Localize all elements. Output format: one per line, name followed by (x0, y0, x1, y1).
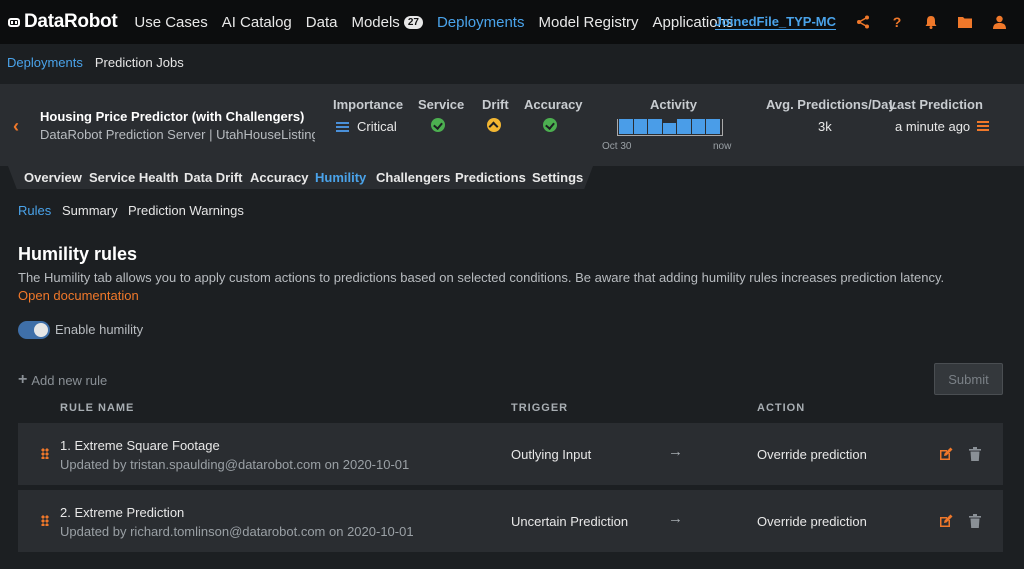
importance-value: Critical (336, 119, 397, 134)
accuracy-status[interactable] (543, 118, 557, 132)
activity-bar (648, 119, 662, 134)
activity-bar (677, 119, 691, 134)
activity-bar (662, 123, 677, 134)
tab-overview[interactable]: Overview (24, 170, 82, 185)
drag-handle-icon[interactable] (41, 448, 49, 459)
arrow-right-icon: → (668, 510, 683, 527)
nav-right-group: JoinedFile_TYP-MC ? (714, 0, 1016, 44)
logo-text: DataRobot (24, 11, 118, 32)
header-trigger: TRIGGER (511, 402, 569, 414)
tab-data-drift[interactable]: Data Drift (184, 170, 243, 185)
activity-bar (633, 119, 648, 134)
subtab-rules[interactable]: Rules (18, 203, 51, 218)
add-new-rule-label: Add new rule (31, 372, 108, 388)
edit-icon[interactable] (939, 514, 953, 528)
page-title: Humility rules (18, 244, 138, 264)
rule-action: Override prediction (757, 447, 867, 462)
service-check-icon (431, 118, 445, 132)
breadcrumb-deployments[interactable]: Deployments (7, 55, 83, 70)
share-icon[interactable] (846, 0, 880, 44)
help-icon[interactable]: ? (880, 0, 914, 44)
edit-icon[interactable] (939, 447, 953, 461)
rule-trigger: Outlying Input (511, 447, 592, 462)
deployment-subtitle: DataRobot Prediction Server | UtahHouseL… (40, 127, 315, 142)
drift-label: Drift (482, 97, 509, 112)
rule-updated: Updated by richard.tomlinson@datarobot.c… (60, 524, 414, 539)
service-label: Service (418, 97, 465, 112)
description-text: The Humility tab allows you to apply cus… (18, 270, 945, 285)
arrow-right-icon: → (668, 443, 683, 460)
subtab-prediction-warnings[interactable]: Prediction Warnings (128, 203, 244, 218)
datarobot-logo[interactable]: DataRobot (7, 11, 118, 33)
enable-humility-label: Enable humility (55, 322, 144, 337)
importance-label: Importance (333, 97, 404, 112)
deployment-header: ‹ Housing Price Predictor (with Challeng… (0, 84, 1024, 166)
drift-status[interactable] (487, 118, 501, 132)
activity-sparkline[interactable] (617, 119, 723, 136)
tab-predictions[interactable]: Predictions (455, 170, 526, 185)
models-count-badge: 27 (403, 15, 423, 29)
activity-label: Activity (650, 97, 697, 112)
avg-predictions-value: 3k (818, 119, 832, 134)
table-row[interactable]: 2. Extreme Prediction Updated by richard… (18, 490, 1003, 552)
robot-icon (7, 16, 21, 29)
enable-humility-toggle[interactable] (18, 321, 50, 339)
tab-accuracy[interactable]: Accuracy (250, 170, 309, 185)
project-link[interactable]: JoinedFile_TYP-MC (714, 14, 836, 30)
deployment-tabs: Overview Service Health Data Drift Accur… (0, 166, 600, 189)
deployment-title: Housing Price Predictor (with Challenger… (40, 109, 305, 124)
rule-updated: Updated by tristan.spaulding@datarobot.c… (60, 457, 410, 472)
activity-end-label: now (713, 141, 732, 152)
breadcrumb-current: Prediction Jobs (94, 55, 184, 70)
importance-icon (336, 121, 349, 132)
drag-handle-icon[interactable] (41, 515, 49, 526)
rule-trigger: Uncertain Prediction (511, 514, 629, 529)
plus-icon: + (18, 371, 28, 388)
nav-models[interactable]: Models 27 (351, 13, 423, 31)
nav-models-label: Models (351, 13, 400, 31)
nav-model-registry[interactable]: Model Registry (538, 14, 638, 31)
subtab-summary[interactable]: Summary (62, 203, 118, 218)
drift-warning-icon (487, 118, 501, 132)
rule-action: Override prediction (757, 514, 867, 529)
chevron-left-icon[interactable]: ‹ (13, 116, 19, 137)
header-rule-name: RULE NAME (60, 402, 135, 414)
nav-data[interactable]: Data (306, 14, 338, 31)
submit-button[interactable]: Submit (934, 363, 1003, 395)
nav-deployments[interactable]: Deployments (437, 14, 525, 31)
menu-icon[interactable] (977, 121, 989, 131)
activity-bar (706, 119, 721, 134)
activity-bar (691, 119, 706, 134)
importance-text: Critical (357, 119, 397, 134)
activity-start-label: Oct 30 (602, 141, 632, 152)
toggle-knob (34, 323, 48, 337)
tab-challengers[interactable]: Challengers (376, 170, 450, 185)
humility-description: The Humility tab allows you to apply cus… (18, 269, 978, 305)
activity-bar (619, 119, 633, 134)
top-navigation: DataRobot Use Cases AI Catalog Data Mode… (0, 0, 1024, 44)
trash-icon[interactable] (969, 447, 981, 461)
folder-icon[interactable] (948, 0, 982, 44)
open-documentation-link[interactable]: Open documentation (18, 288, 139, 303)
header-action: ACTION (757, 402, 806, 414)
accuracy-label: Accuracy (524, 97, 583, 112)
table-row[interactable]: 1. Extreme Square Footage Updated by tri… (18, 423, 1003, 485)
last-prediction-value: a minute ago (895, 119, 971, 134)
rule-name: 1. Extreme Square Footage (60, 438, 220, 453)
tab-settings[interactable]: Settings (532, 170, 583, 185)
service-status[interactable] (431, 118, 445, 132)
accuracy-check-icon (543, 118, 557, 132)
add-new-rule-button[interactable]: + Add new rule (18, 371, 107, 389)
bell-icon[interactable] (914, 0, 948, 44)
breadcrumb: Deployments Prediction Jobs (7, 55, 184, 70)
tab-humility[interactable]: Humility (315, 170, 366, 185)
nav-use-cases[interactable]: Use Cases (134, 14, 207, 31)
trash-icon[interactable] (969, 514, 981, 528)
last-prediction-label: Last Prediction (889, 97, 983, 112)
nav-ai-catalog[interactable]: AI Catalog (222, 14, 292, 31)
tab-service-health[interactable]: Service Health (89, 170, 179, 185)
rule-name: 2. Extreme Prediction (60, 505, 185, 520)
avg-predictions-label: Avg. Predictions/Day (766, 97, 896, 112)
user-icon[interactable] (982, 0, 1016, 44)
